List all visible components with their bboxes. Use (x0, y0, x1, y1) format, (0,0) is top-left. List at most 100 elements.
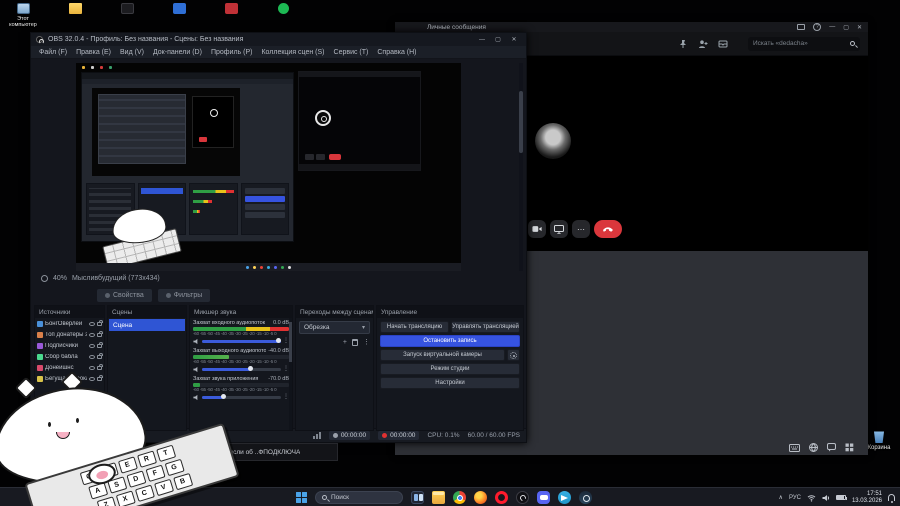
call-avatar[interactable] (535, 123, 571, 159)
menu-help[interactable]: Справка (H) (373, 48, 420, 57)
maximize-button[interactable]: ▢ (843, 24, 849, 31)
desktop-icon-folder[interactable] (58, 3, 92, 28)
desktop-icon-app-dark[interactable] (110, 3, 144, 28)
tray-overflow-chevron[interactable]: ∧ (779, 494, 783, 501)
hangup-button[interactable] (594, 220, 622, 238)
taskbar-clock[interactable]: 17:51 13.03.2026 (852, 491, 882, 504)
obs-preview-canvas[interactable] (76, 63, 461, 271)
notification-bell-icon[interactable] (888, 494, 895, 503)
keyboard-icon[interactable] (789, 443, 800, 452)
volume-slider[interactable] (202, 366, 281, 371)
preview-scrollbar[interactable] (519, 63, 523, 271)
start-streaming-button[interactable]: Начать трансляцию (380, 321, 449, 333)
source-item[interactable]: Подписчики (35, 340, 104, 351)
virtual-camera-config-button[interactable] (507, 349, 520, 361)
menu-tools[interactable]: Сервис (T) (330, 48, 373, 57)
taskbar-app-obs[interactable] (516, 491, 529, 504)
transitions-dock-title[interactable]: Переходы между сценам... (296, 306, 373, 318)
discord-search-box[interactable] (748, 36, 860, 51)
camera-button[interactable] (528, 220, 546, 238)
scene-item-active[interactable]: Сцена (109, 319, 185, 331)
taskbar-app-chrome[interactable] (453, 491, 466, 504)
desktop-icon-this-pc[interactable]: Этот компьютер (6, 3, 40, 28)
inbox-icon[interactable] (718, 39, 728, 49)
source-item[interactable]: Сбор бабла (35, 351, 104, 362)
desktop-icon-app-red[interactable] (214, 3, 248, 28)
taskbar-app-explorer[interactable] (432, 491, 445, 504)
minimize-button[interactable]: — (829, 24, 835, 30)
mixer-scrollbar[interactable] (289, 318, 292, 430)
menu-edit[interactable]: Правка (E) (72, 48, 115, 57)
close-button[interactable]: ✕ (857, 24, 862, 31)
desktop-icon-app-blue[interactable] (162, 3, 196, 28)
grid-icon[interactable] (845, 443, 854, 452)
discord-titlebar[interactable]: Личные сообщения ? — ▢ ✕ (395, 22, 868, 32)
speaker-icon[interactable] (193, 366, 200, 373)
visibility-icon[interactable] (89, 343, 95, 348)
screenshare-button[interactable] (550, 220, 568, 238)
battery-icon[interactable] (835, 495, 847, 500)
source-item[interactable]: Топ донатеры за в (35, 329, 104, 340)
menu-scene-collection[interactable]: Коллекция сцен (S) (257, 48, 328, 57)
message-icon[interactable] (827, 443, 836, 452)
maximize-button[interactable]: ▢ (491, 34, 505, 45)
help-icon[interactable]: ? (813, 23, 822, 31)
sources-dock-title[interactable]: Источники (35, 306, 104, 318)
visibility-icon[interactable] (89, 365, 95, 370)
taskbar-app-discord[interactable] (537, 491, 550, 504)
discord-search-input[interactable] (753, 40, 850, 47)
preview-mini-discord-window (298, 71, 421, 171)
taskbar-app-steam[interactable] (579, 491, 592, 504)
wifi-icon[interactable] (807, 494, 816, 502)
mixer-dock-title[interactable]: Микшер звука (190, 306, 292, 318)
volume-icon[interactable] (822, 494, 830, 502)
start-button[interactable] (296, 492, 307, 503)
channel-db: -70.0 dB (268, 376, 289, 382)
speaker-icon[interactable] (193, 338, 200, 345)
taskbar-app-telegram[interactable] (558, 491, 571, 504)
controls-dock-title[interactable]: Управление (377, 306, 523, 318)
settings-button[interactable]: Настройки (380, 377, 520, 389)
taskbar-apps (411, 491, 592, 504)
minimize-button[interactable]: — (475, 34, 489, 45)
add-friend-icon[interactable] (698, 39, 708, 49)
menu-profile[interactable]: Профиль (P) (207, 48, 257, 57)
close-button[interactable]: ✕ (507, 34, 521, 45)
menu-view[interactable]: Вид (V) (116, 48, 148, 57)
studio-mode-button[interactable]: Режим студии (380, 363, 520, 375)
transition-select[interactable]: Обрезка ▾ (299, 321, 370, 334)
menu-file[interactable]: Файл (F) (35, 48, 71, 57)
taskbar-app-firefox[interactable] (474, 491, 487, 504)
source-item[interactable]: БонгОверлей (35, 318, 104, 329)
remove-transition-icon[interactable] (352, 338, 358, 346)
visibility-icon[interactable] (89, 354, 95, 359)
virtual-camera-button[interactable]: Запуск виртуальной камеры (380, 349, 505, 361)
globe-icon[interactable] (809, 443, 818, 452)
lock-icon[interactable] (97, 353, 103, 359)
add-transition-button[interactable]: + (343, 339, 347, 346)
lock-icon[interactable] (97, 331, 103, 337)
menu-docks[interactable]: Док-панели (D) (149, 48, 206, 57)
stop-recording-button[interactable]: Остановить запись (380, 335, 520, 347)
filters-button[interactable]: Фильтры (157, 289, 211, 302)
taskbar-search[interactable]: Поиск (315, 491, 403, 504)
transition-options-icon[interactable]: ⋮ (363, 338, 370, 346)
more-options-button[interactable]: ⋯ (572, 220, 590, 238)
visibility-icon[interactable] (89, 332, 95, 337)
visibility-icon[interactable] (89, 321, 95, 326)
taskbar-app-opera-gx[interactable] (495, 491, 508, 504)
lock-icon[interactable] (97, 364, 103, 370)
screen-icon[interactable] (797, 24, 806, 30)
desktop-icon-app-green[interactable] (266, 3, 300, 28)
pin-icon[interactable] (678, 39, 688, 49)
scenes-dock-title[interactable]: Сцены (108, 306, 186, 318)
obs-titlebar[interactable]: OBS 32.0.4 - Профиль: Без названия - Сце… (31, 33, 526, 46)
language-indicator[interactable]: РУС (789, 495, 801, 501)
lock-icon[interactable] (97, 320, 103, 326)
call-controls: ⋯ (528, 220, 622, 238)
lock-icon[interactable] (97, 342, 103, 348)
volume-slider[interactable] (202, 338, 281, 343)
properties-button[interactable]: Свойства (97, 289, 152, 302)
manage-broadcast-button[interactable]: Управлять трансляцией (451, 321, 520, 333)
taskbar-app-task-view[interactable] (411, 491, 424, 504)
